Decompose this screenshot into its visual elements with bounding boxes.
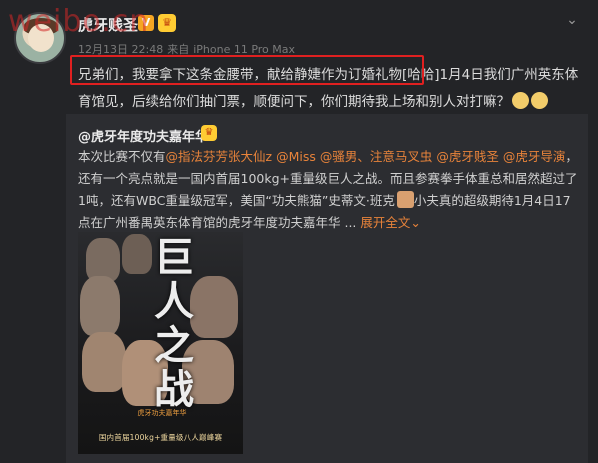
avatar-face [28, 24, 54, 52]
poster-title-char: 战 [154, 366, 194, 413]
expand-label: 展开全文 [360, 215, 411, 230]
crown-badge-icon: ♛ [201, 125, 217, 141]
mention-link[interactable]: @Miss [276, 149, 316, 164]
repost-card[interactable]: @虎牙年度功夫嘉年华 ♛ 本次比赛不仅有@指法芬芳张大仙z @Miss @骚男、… [66, 114, 588, 463]
username[interactable]: 虎牙贱圣 [78, 14, 138, 35]
avatar[interactable] [14, 12, 66, 64]
poster-title-char: 之 [154, 322, 194, 369]
emoji-icon [531, 92, 548, 109]
chevron-down-icon: ⌄ [410, 215, 421, 230]
chevron-down-icon[interactable]: ⌄ [564, 12, 580, 28]
emoji-icon [396, 191, 414, 208]
highlight-box [70, 55, 424, 85]
poster-image[interactable]: 巨 人 之 战 虎牙功夫嘉年华 国内首届100kg+重量级八人巅峰赛 [78, 232, 243, 454]
expand-full-text-link[interactable]: 展开全文⌄ [360, 215, 421, 230]
vip-badge-icon: V [138, 15, 154, 31]
fighter-figure [122, 234, 152, 274]
mention-link[interactable]: @骚男 [320, 149, 358, 164]
poster-title-char: 巨 [154, 234, 194, 281]
fighter-figure [80, 276, 120, 336]
repost-text-intro: 本次比赛不仅有 [78, 149, 166, 164]
weibo-post-card: weibo.cn 虎牙贱圣 V ♛ ⌄ 12月13日 22:48 来自 iPhone… [0, 0, 598, 463]
crown-badge-icon: ♛ [158, 14, 176, 32]
mention-link[interactable]: @指法芬芳张大仙z [166, 149, 273, 164]
poster-banner: 国内首届100kg+重量级八人巅峰赛 [98, 433, 223, 442]
repost-author[interactable]: @虎牙年度功夫嘉年华 [78, 126, 208, 145]
emoji-icon [512, 92, 529, 109]
repost-text: 本次比赛不仅有@指法芬芳张大仙z @Miss @骚男、注意马叉虫 @虎牙贱圣 @… [78, 146, 578, 234]
mention-link[interactable]: @虎牙导演 [503, 149, 566, 164]
fighter-figure [82, 332, 126, 392]
mention-link[interactable]: @虎牙贱圣 [436, 149, 499, 164]
mention-link[interactable]: 、注意马叉虫 [357, 149, 432, 164]
poster-title-char: 人 [154, 278, 194, 325]
poster-logo: 虎牙功夫嘉年华 [137, 409, 187, 417]
poster-title: 巨 人 之 战 [154, 236, 234, 412]
